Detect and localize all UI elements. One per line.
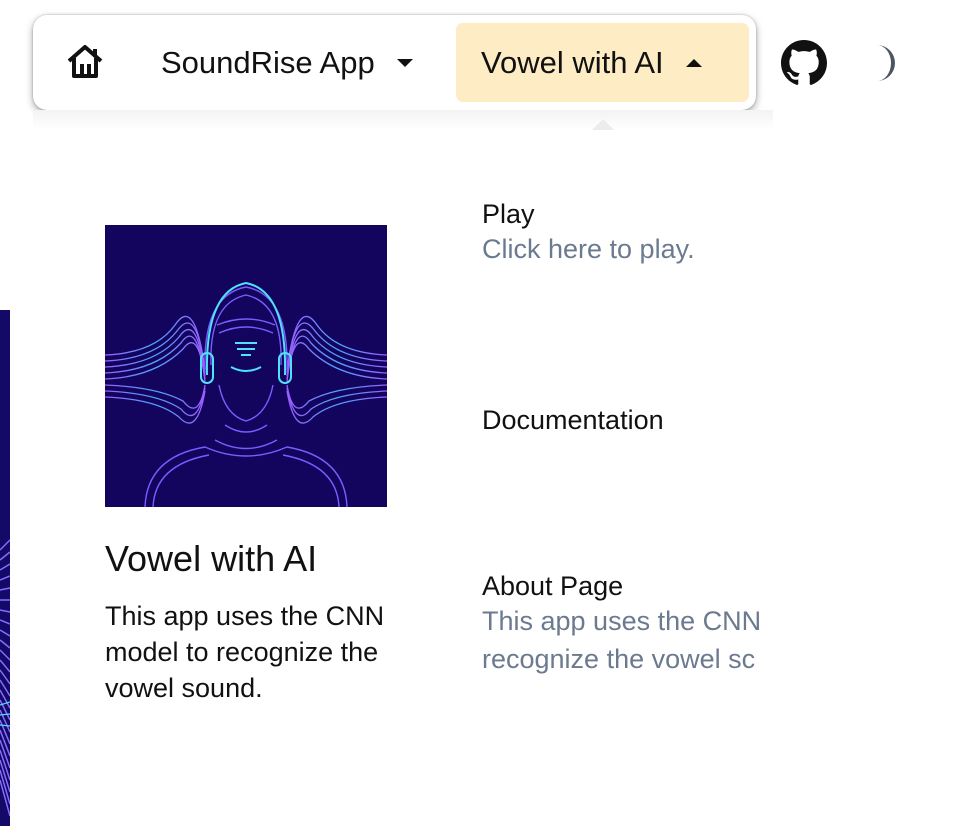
menu-item-documentation[interactable]: Documentation bbox=[482, 404, 779, 436]
vowel-ai-illustration bbox=[105, 225, 387, 507]
menu-item-title: Play bbox=[482, 199, 535, 229]
home-icon bbox=[67, 45, 103, 78]
menu-item-subtitle: Click here to play. bbox=[482, 234, 695, 264]
caret-down-icon bbox=[395, 57, 415, 69]
dropdown-shadow bbox=[33, 110, 773, 130]
menu-item-subtitle-line2: recognize the vowel sc bbox=[482, 644, 756, 674]
menu-item-title: Documentation bbox=[482, 405, 664, 435]
background-artwork-edge bbox=[0, 310, 10, 826]
card-description: This app uses the CNN model to recognize… bbox=[105, 601, 385, 703]
soundrise-app-menu[interactable]: SoundRise App bbox=[161, 23, 415, 102]
menu-item-subtitle-line1: This app uses the CNN bbox=[482, 606, 762, 636]
caret-up-icon bbox=[684, 57, 704, 69]
github-icon bbox=[781, 40, 827, 85]
menu-item-title: About Page bbox=[482, 571, 624, 601]
soundrise-app-label: SoundRise App bbox=[161, 44, 375, 80]
navbar: SoundRise App Vowel with AI bbox=[33, 15, 756, 110]
vowel-with-ai-menu[interactable]: Vowel with AI bbox=[456, 23, 749, 102]
theme-toggle[interactable] bbox=[873, 43, 907, 83]
github-link[interactable] bbox=[781, 40, 827, 86]
moon-icon bbox=[877, 45, 895, 81]
menu-item-about[interactable]: About Page This app uses the CNN recogni… bbox=[482, 570, 779, 678]
card-title: Vowel with AI bbox=[105, 538, 318, 579]
dropdown-pointer bbox=[592, 119, 614, 130]
home-button[interactable] bbox=[65, 43, 111, 83]
menu-item-play[interactable]: Play Click here to play. bbox=[482, 198, 779, 268]
vowel-with-ai-label: Vowel with AI bbox=[481, 44, 664, 80]
